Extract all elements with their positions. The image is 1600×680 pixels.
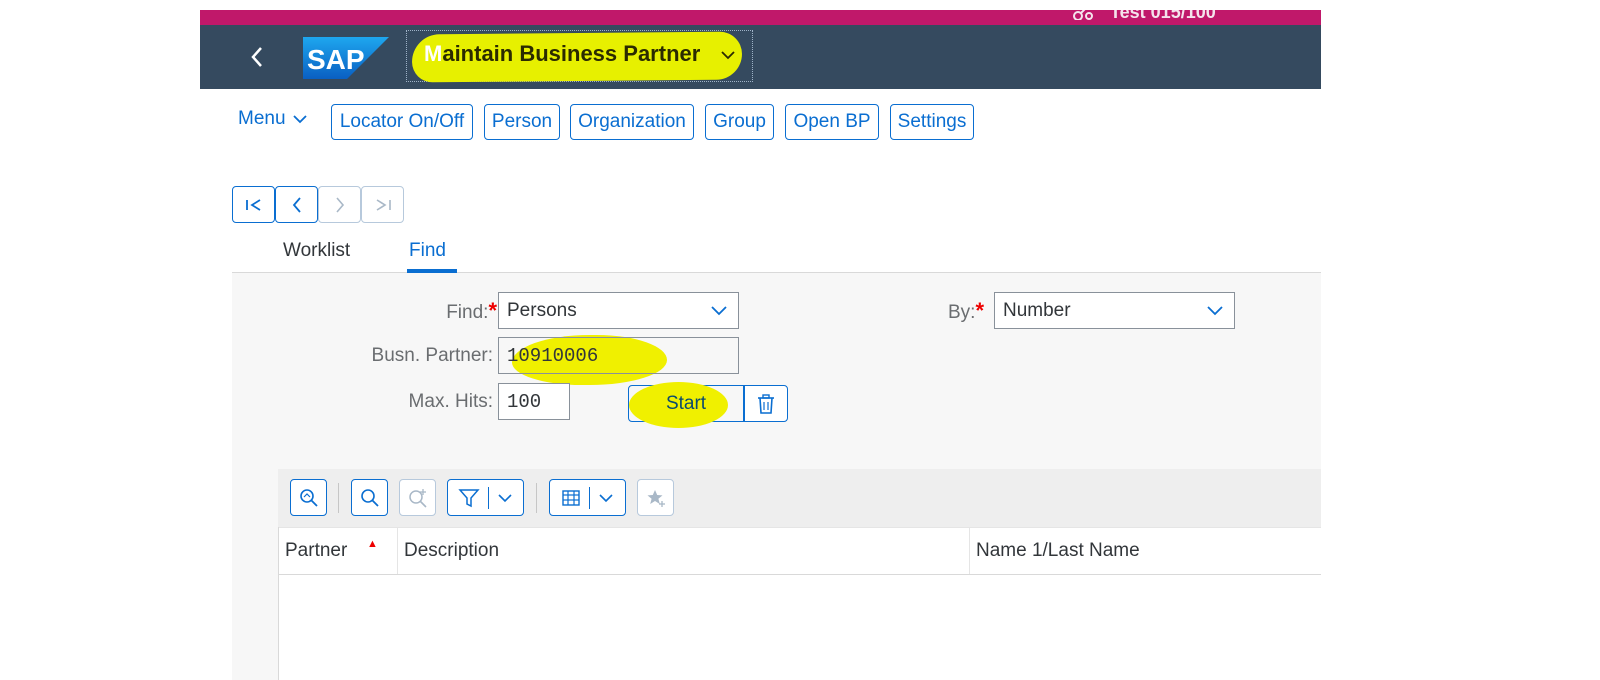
chevron-left-icon (292, 196, 301, 213)
sap-app: Test 015/100 SAP Maintain Business Partn… (200, 0, 1321, 680)
table-layout-icon (562, 489, 580, 506)
connection-icon (1073, 10, 1093, 20)
locator-toggle-button[interactable]: Locator On/Off (331, 104, 473, 140)
find-label: Find:* (446, 298, 497, 323)
by-dropdown[interactable]: Number (994, 292, 1235, 329)
app-title: Maintain Business Partner (424, 41, 701, 66)
organization-button[interactable]: Organization (570, 104, 694, 140)
settings-button[interactable]: Settings (890, 104, 974, 140)
chevron-down-icon (711, 306, 727, 316)
column-header-last-name[interactable]: Name 1/Last Name (970, 528, 1321, 574)
back-arrow-icon (251, 47, 262, 67)
search-button[interactable] (351, 479, 388, 516)
tab-worklist[interactable]: Worklist (283, 240, 350, 262)
chevron-right-icon (335, 196, 344, 213)
search-plus-icon (408, 488, 427, 508)
back-button[interactable] (242, 42, 272, 72)
by-value: Number (1003, 299, 1071, 321)
chevron-down-icon (1207, 306, 1223, 316)
sap-logo: SAP (303, 37, 389, 79)
layout-menu-button[interactable] (549, 479, 626, 516)
system-info: Test 015/100 (1110, 10, 1216, 22)
busn-partner-label: Busn. Partner: (371, 345, 493, 366)
column-header-partner[interactable]: Partner ▲ (279, 528, 398, 574)
start-label: Start (665, 392, 707, 414)
menu-label: Menu (238, 108, 286, 129)
find-value: Persons (507, 299, 577, 321)
favorite-layout-button[interactable] (637, 479, 674, 516)
column-label: Partner (285, 540, 348, 561)
filter-icon (458, 488, 480, 507)
open-bp-button[interactable]: Open BP (785, 104, 879, 140)
previous-record-button[interactable] (275, 186, 318, 223)
zoom-icon (299, 488, 318, 507)
find-panel: Find:* Persons By:* Number Busn. Partner… (232, 273, 1321, 680)
first-record-button[interactable] (232, 186, 275, 223)
tab-bar: Worklist Find (232, 232, 1321, 273)
star-plus-icon (647, 489, 665, 507)
svg-text:SAP: SAP (307, 44, 365, 75)
first-page-icon (245, 198, 260, 211)
chevron-down-icon (599, 493, 613, 502)
app-toolbar: Menu Locator On/Off Person Organization … (200, 104, 1321, 141)
toolbar-separator (338, 483, 339, 513)
column-label: Description (404, 540, 500, 561)
max-hits-label: Max. Hits: (408, 391, 493, 412)
menu-button[interactable]: Menu (238, 108, 308, 130)
person-button[interactable]: Person (484, 104, 560, 140)
next-record-button[interactable] (318, 186, 361, 223)
column-label: Name 1/Last Name (976, 540, 1140, 561)
table-header: Partner ▲ Description Name 1/Last Name (279, 527, 1321, 575)
sort-ascending-icon: ▲ (367, 538, 378, 550)
shell-bar: SAP Maintain Business Partner (200, 25, 1321, 89)
zoom-details-button[interactable] (290, 479, 327, 516)
busn-partner-value: 10910006 (507, 344, 599, 367)
clear-button[interactable] (744, 385, 788, 422)
tab-find[interactable]: Find (409, 240, 446, 262)
filter-menu-button[interactable] (447, 479, 524, 516)
column-header-description[interactable]: Description (398, 528, 970, 574)
find-dropdown[interactable]: Persons (498, 292, 739, 329)
last-record-button[interactable] (361, 186, 404, 223)
max-hits-value: 100 (507, 390, 542, 413)
group-button[interactable]: Group (705, 104, 774, 140)
system-strip: Test 015/100 (200, 10, 1321, 25)
toolbar-separator (536, 483, 537, 513)
max-hits-input[interactable]: 100 (498, 383, 570, 420)
result-grid-toolbar (278, 469, 1321, 527)
last-page-icon (376, 198, 391, 211)
chevron-down-icon (498, 493, 512, 502)
search-next-button[interactable] (399, 479, 436, 516)
search-icon (360, 488, 379, 507)
chevron-down-icon (292, 115, 307, 124)
by-label: By:* (948, 298, 985, 323)
result-table: Partner ▲ Description Name 1/Last Name (278, 527, 1321, 680)
trash-icon (758, 393, 774, 414)
busn-partner-input[interactable]: 10910006 (498, 337, 739, 374)
chevron-down-icon (721, 51, 735, 60)
